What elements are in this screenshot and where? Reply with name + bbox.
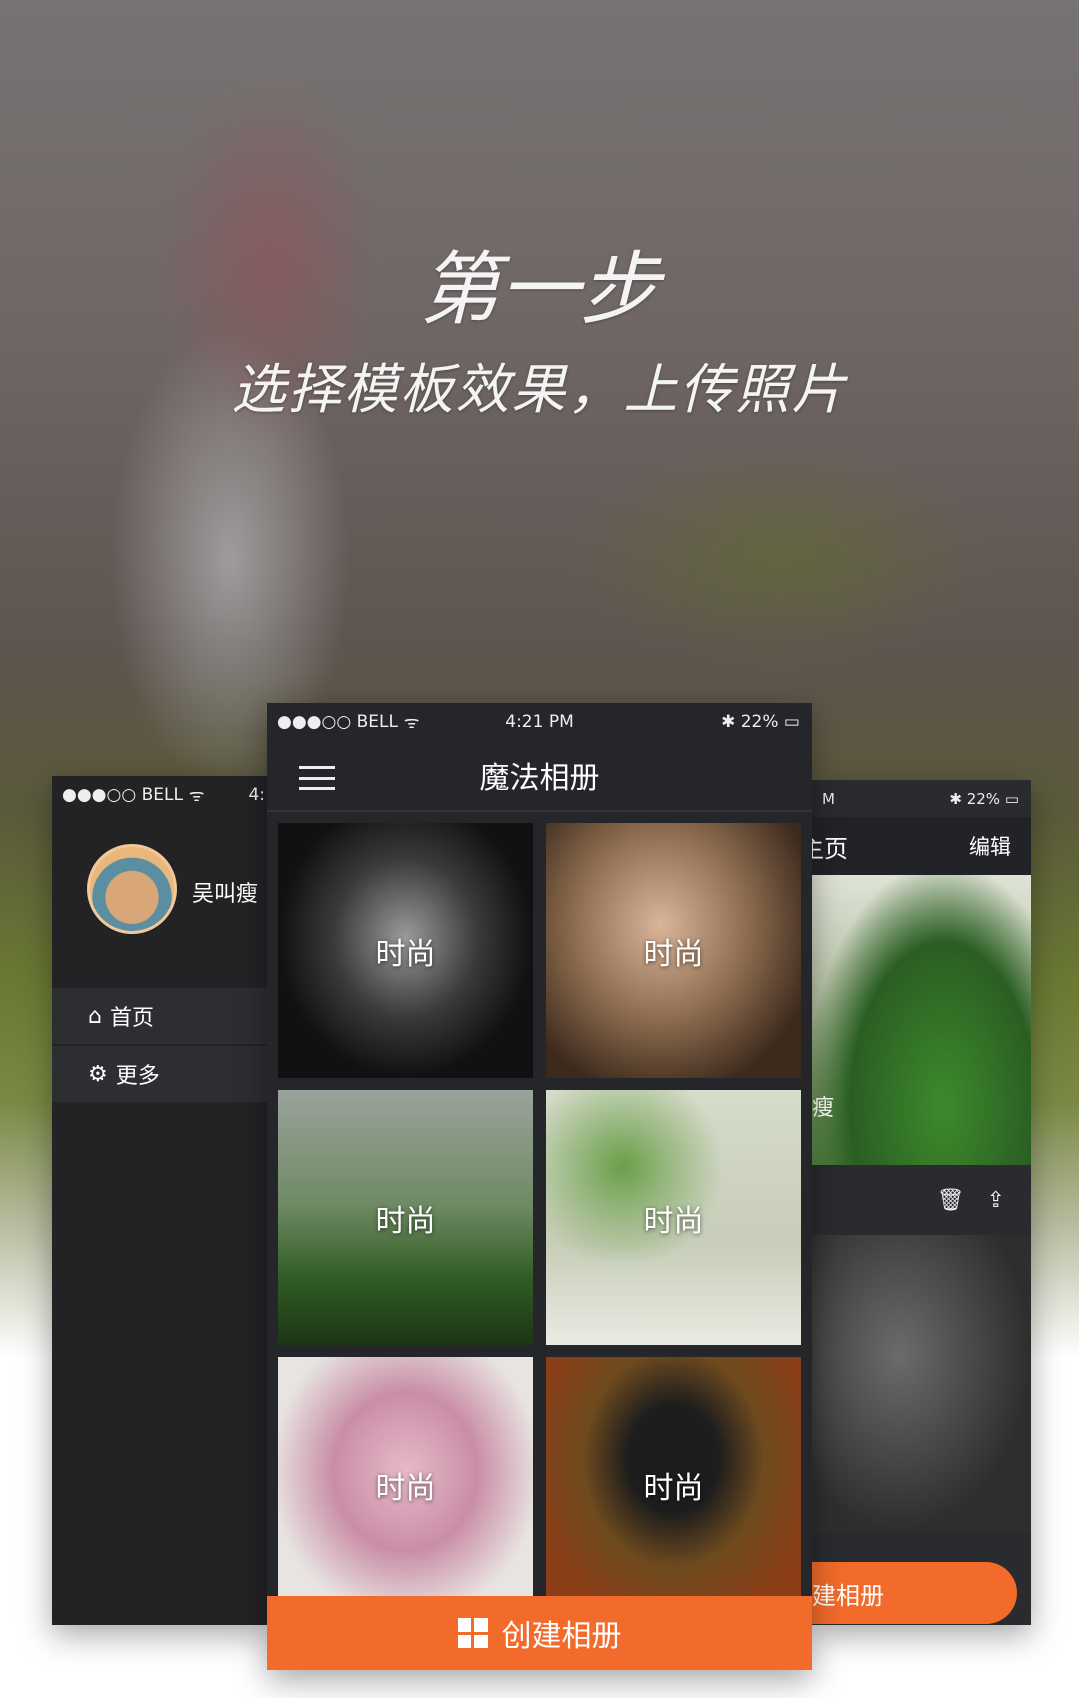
carrier: ●●●○○ BELL — [62, 784, 183, 805]
headline-title: 第一步 — [419, 243, 660, 336]
tile-label: 时尚 — [375, 1203, 436, 1239]
trash-icon[interactable]: 🗑 — [937, 1188, 965, 1213]
template-tile[interactable]: 时尚 — [278, 823, 533, 1078]
menu-label: 更多 — [115, 1064, 160, 1089]
home-icon: ⌂ — [88, 1003, 102, 1029]
left-phone-sidebar: ●●●○○ BELL ᯤ 4: 吴叫瘦 ⌂ 首页 ⚙ 更多 — [52, 776, 269, 1625]
battery: ✱ 22% ▭ — [721, 711, 800, 732]
page-title: 魔法相册 — [479, 761, 600, 796]
carrier: ●●●○○ BELL — [277, 711, 398, 732]
button-label: 创建相册 — [501, 1619, 622, 1654]
create-album-button[interactable]: 创建相册 — [267, 1596, 812, 1670]
wifi-icon: ᯤ — [403, 713, 420, 733]
tile-label: 时尚 — [375, 936, 436, 972]
tile-label: 时尚 — [643, 1470, 704, 1506]
tile-label: 时尚 — [375, 1470, 436, 1506]
album-photo — [812, 1235, 1031, 1532]
template-tile[interactable]: 时尚 — [278, 1090, 533, 1345]
user-name-partial: 瘦 — [812, 1096, 835, 1121]
menu-label: 首页 — [109, 1006, 154, 1031]
status-bar: M ✱ 22% ▭ — [812, 780, 1031, 817]
gear-icon: ⚙ — [88, 1061, 108, 1087]
album-cover-photo: 瘦 — [812, 875, 1031, 1165]
tile-label: 时尚 — [643, 936, 704, 972]
tile-label: 时尚 — [643, 1203, 704, 1239]
template-tile[interactable]: 时尚 — [546, 823, 801, 1078]
avatar[interactable] — [87, 844, 177, 934]
button-label: 建相册 — [812, 1581, 884, 1610]
template-tile[interactable]: 时尚 — [546, 1357, 801, 1612]
grid-icon — [457, 1618, 488, 1648]
battery-level: 22% — [966, 789, 1001, 808]
sidebar-item-more[interactable]: ⚙ 更多 — [52, 1046, 269, 1104]
create-album-button[interactable]: 建相册 — [812, 1562, 1017, 1624]
battery: ✱ 22% ▭ — [949, 789, 1019, 808]
share-icon[interactable]: ⇪ — [987, 1188, 1005, 1213]
time: 4: — [248, 784, 265, 805]
status-bar: ●●●○○ BELL ᯤ 4: — [52, 776, 269, 813]
template-tile[interactable]: 时尚 — [546, 1090, 801, 1345]
status-bar: ●●●○○ BELL ᯤ 4:21 PM ✱ 22% ▭ — [267, 703, 812, 740]
headline-subtitle: 选择模板效果，上传照片 — [231, 358, 848, 421]
nav-bar: 魔法相册 — [267, 740, 812, 812]
user-name: 吴叫瘦 — [192, 882, 259, 907]
right-phone-album: M ✱ 22% ▭ 主页 编辑 瘦 🗑 ⇪ 建相册 — [812, 780, 1031, 1625]
bluetooth-icon: ✱ — [721, 711, 736, 732]
menu-icon[interactable] — [299, 766, 335, 790]
center-phone-templates: ●●●○○ BELL ᯤ 4:21 PM ✱ 22% ▭ 魔法相册 时尚 时尚 … — [267, 703, 812, 1670]
edit-button[interactable]: 编辑 — [969, 831, 1011, 861]
template-tile[interactable]: 时尚 — [278, 1357, 533, 1612]
time: M — [822, 789, 835, 808]
nav-title: 主页 — [812, 834, 848, 863]
battery-level: 22% — [740, 711, 779, 732]
wifi-icon: ᯤ — [188, 786, 205, 806]
sidebar-item-home[interactable]: ⌂ 首页 — [52, 988, 269, 1046]
